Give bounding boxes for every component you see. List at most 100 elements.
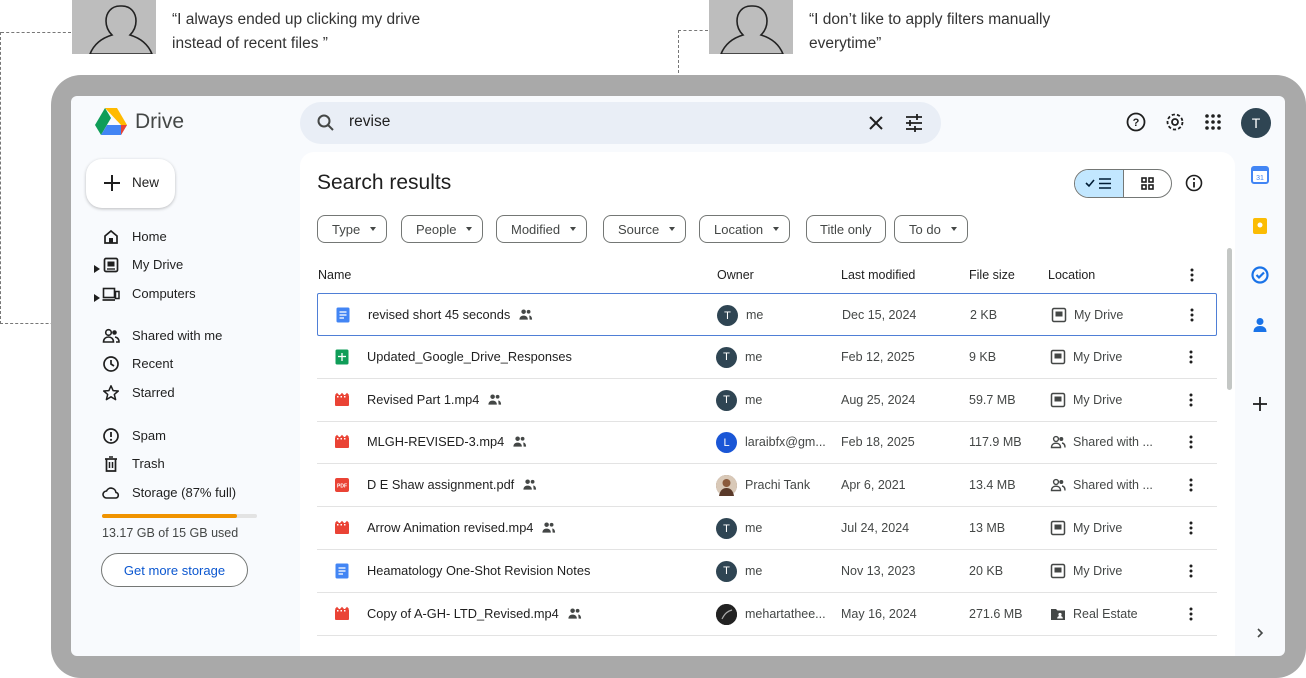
drive-location-icon [1050, 349, 1066, 365]
owner-avatar: T [716, 518, 737, 539]
chevron-right-icon[interactable] [1251, 624, 1269, 642]
file-name-text: Heamatology One-Shot Revision Notes [367, 562, 591, 578]
last-modified: May 16, 2024 [841, 606, 917, 621]
sidebar-item-trash[interactable]: Trash [85, 451, 265, 477]
more-actions-icon[interactable] [1189, 520, 1193, 536]
column-header-name[interactable]: Name [318, 268, 351, 282]
more-actions-icon[interactable] [1189, 349, 1193, 365]
table-row[interactable]: revised short 45 seconds Tme Dec 15, 2024 2… [317, 293, 1217, 336]
keep-icon[interactable] [1251, 217, 1269, 235]
drive-location-icon [1051, 307, 1067, 323]
file-size: 13.4 MB [969, 478, 1016, 493]
file-location[interactable]: Shared with ... [1073, 435, 1153, 449]
file-size: 13 MB [969, 521, 1006, 535]
connector-right-top [678, 30, 708, 31]
filter-chip-title-only[interactable]: Title only [806, 215, 886, 243]
star-icon [102, 384, 120, 402]
table-row[interactable]: Copy of A-GH- LTD_Revised.mp4 mehartathee… [317, 593, 1217, 636]
sidebar-item-label: Trash [132, 456, 165, 471]
shared-people-icon [542, 522, 556, 533]
file-location[interactable]: My Drive [1074, 308, 1123, 322]
settings-icon[interactable] [1164, 111, 1186, 133]
sidebar-item-storage-87-full[interactable]: Storage (87% full) [85, 480, 265, 506]
sidebar-item-my-drive[interactable]: My Drive [85, 252, 265, 278]
table-row[interactable]: Revised Part 1.mp4 Tme Aug 25, 2024 59.7 MB… [317, 379, 1217, 422]
search-icon[interactable] [316, 113, 336, 133]
file-location[interactable]: My Drive [1073, 521, 1122, 535]
more-actions-icon[interactable] [1189, 477, 1193, 493]
table-row[interactable]: Heamatology One-Shot Revision Notes Tme No… [317, 550, 1217, 593]
connector-left-vertical [0, 32, 1, 324]
filter-chip-location[interactable]: Location [699, 215, 791, 243]
apps-grid-icon[interactable] [1202, 111, 1224, 133]
sidebar-item-home[interactable]: Home [85, 224, 265, 250]
sidebar-item-recent[interactable]: Recent [85, 351, 265, 377]
drive-logo[interactable]: Drive [95, 108, 184, 136]
file-name: Revised Part 1.mp4 [367, 392, 502, 407]
more-actions-icon[interactable] [1190, 307, 1194, 323]
scrollbar[interactable] [1227, 248, 1232, 390]
add-icon[interactable] [1251, 395, 1269, 413]
sidebar-item-spam[interactable]: Spam [85, 423, 265, 449]
column-options-icon[interactable] [1190, 267, 1194, 286]
column-header-owner[interactable]: Owner [717, 268, 754, 282]
tasks-icon[interactable] [1251, 266, 1269, 284]
view-toggle[interactable] [1074, 169, 1172, 198]
plus-icon [104, 175, 120, 191]
owner-avatar: T [716, 346, 737, 368]
account-avatar[interactable]: T [1241, 108, 1271, 138]
sidebar-item-computers[interactable]: Computers [85, 281, 265, 307]
close-icon[interactable] [866, 113, 886, 133]
owner-avatar [716, 603, 737, 625]
table-row[interactable]: PDF D E Shaw assignment.pdf Prachi Tank Apr… [317, 464, 1217, 508]
more-actions-icon[interactable] [1189, 392, 1193, 408]
column-header-file-size[interactable]: File size [969, 268, 1015, 282]
more-actions-icon[interactable] [1189, 434, 1193, 450]
file-size: 59.7 MB [969, 392, 1016, 407]
search-input[interactable]: revise [349, 113, 390, 131]
sidebar-item-label: Computers [132, 286, 196, 301]
info-icon[interactable] [1184, 173, 1204, 193]
file-location[interactable]: Shared with ... [1073, 478, 1153, 492]
help-icon[interactable]: ? [1125, 111, 1147, 133]
filter-chip-type[interactable]: Type [317, 215, 388, 243]
table-row[interactable]: MLGH-REVISED-3.mp4 Llaraibfx@gm... Feb 18,… [317, 421, 1217, 465]
file-location[interactable]: Real Estate [1073, 607, 1138, 621]
sidebar-item-shared-with-me[interactable]: Shared with me [85, 323, 265, 349]
search-bar[interactable]: revise [300, 102, 941, 144]
more-actions-icon[interactable] [1189, 563, 1193, 579]
storage-bar [102, 514, 257, 518]
column-header-location[interactable]: Location [1048, 268, 1095, 282]
sidebar-item-starred[interactable]: Starred [85, 380, 265, 406]
column-header-last-modified[interactable]: Last modified [841, 268, 915, 282]
calendar-icon[interactable]: 31 [1251, 166, 1269, 184]
shared-people-icon [568, 608, 581, 619]
contacts-icon[interactable] [1251, 316, 1269, 334]
file-location[interactable]: My Drive [1073, 564, 1122, 578]
filter-chip-modified[interactable]: Modified [496, 215, 588, 243]
more-actions-icon[interactable] [1189, 606, 1193, 622]
tune-icon[interactable] [904, 113, 924, 133]
file-location[interactable]: My Drive [1073, 350, 1122, 364]
video-file-icon [334, 434, 350, 450]
file-name-text: Revised Part 1.mp4 [367, 391, 480, 407]
owner-avatar: T [716, 560, 737, 582]
file-name: Arrow Animation revised.mp4 [367, 520, 556, 535]
list-view-button[interactable] [1075, 170, 1124, 197]
table-row[interactable]: Updated_Google_Drive_Responses Tme Feb 12,… [317, 336, 1217, 379]
drive-location-icon [1050, 520, 1066, 536]
new-button[interactable]: New [86, 159, 175, 208]
file-size: 2 KB [970, 308, 998, 322]
caret-down-icon [950, 227, 957, 231]
owner-avatar: T [716, 389, 737, 411]
file-location[interactable]: My Drive [1073, 393, 1122, 407]
persona-avatar-left [72, 0, 156, 54]
get-more-storage-button[interactable]: Get more storage [101, 553, 248, 587]
filter-chip-source[interactable]: Source [603, 215, 687, 243]
doc-file-icon [335, 307, 351, 323]
grid-view-button[interactable] [1124, 170, 1171, 197]
filter-chip-to-do[interactable]: To do [894, 215, 968, 243]
last-modified: Jul 24, 2024 [841, 521, 910, 535]
table-row[interactable]: Arrow Animation revised.mp4 Tme Jul 24, 20… [317, 507, 1217, 550]
filter-chip-people[interactable]: People [401, 215, 484, 243]
